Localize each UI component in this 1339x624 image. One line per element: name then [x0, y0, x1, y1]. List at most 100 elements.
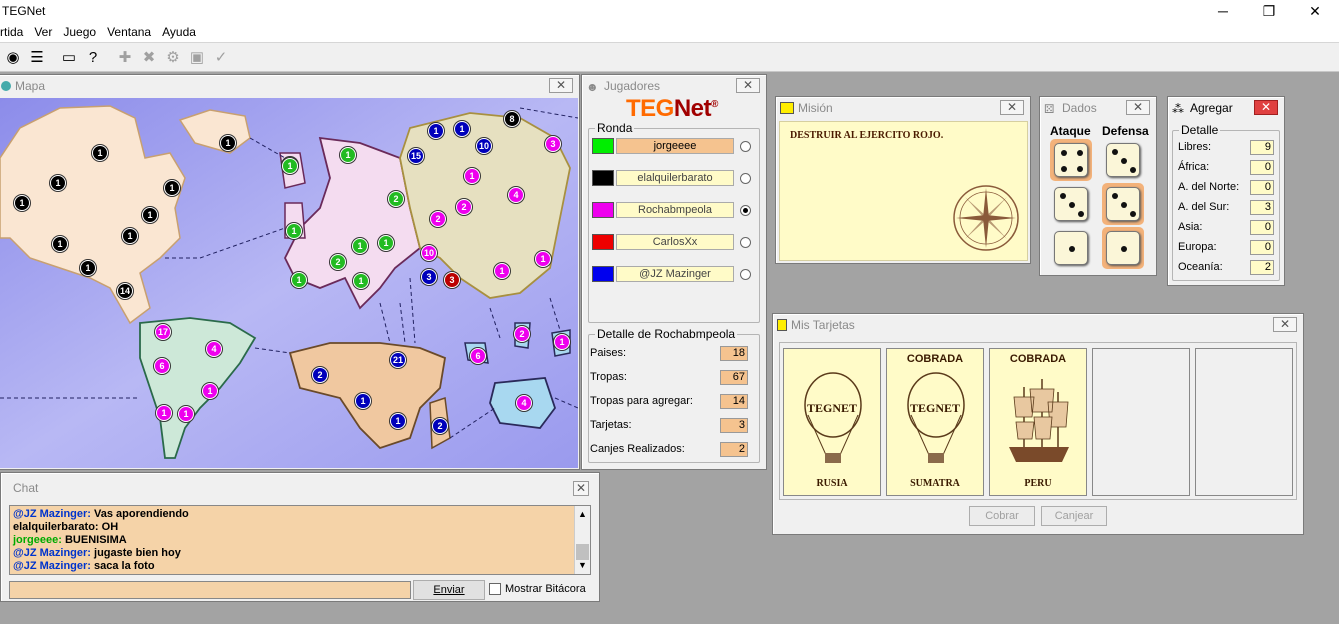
army-marker[interactable]: 1 [142, 207, 158, 223]
world-map[interactable]: 1111111114181746111112111211111151032211… [0, 98, 578, 468]
army-marker[interactable]: 14 [117, 283, 133, 299]
army-marker[interactable]: 2 [456, 199, 472, 215]
army-marker[interactable]: 1 [156, 405, 172, 421]
army-marker[interactable]: 15 [408, 148, 424, 164]
army-marker[interactable]: 1 [220, 135, 236, 151]
army-marker[interactable]: 1 [52, 236, 68, 252]
close-chat-button[interactable]: ✕ [573, 481, 589, 496]
army-marker[interactable]: 1 [340, 147, 356, 163]
scroll-up-icon[interactable]: ▲ [578, 508, 587, 521]
menu-item-ayuda[interactable]: Ayuda [158, 25, 203, 39]
army-marker[interactable]: 1 [202, 383, 218, 399]
player-radio[interactable] [740, 268, 751, 280]
army-marker[interactable]: 4 [516, 395, 532, 411]
bitacora-toggle[interactable]: Mostrar Bitácora [489, 583, 586, 595]
army-marker[interactable]: 2 [388, 191, 404, 207]
army-marker[interactable]: 1 [286, 223, 302, 239]
army-marker[interactable]: 4 [508, 187, 524, 203]
army-marker[interactable]: 3 [545, 136, 561, 152]
army-marker[interactable]: 2 [312, 367, 328, 383]
army-marker[interactable]: 3 [444, 272, 460, 288]
list-icon[interactable]: ☰ [26, 46, 48, 68]
close-tarjetas-button[interactable]: ✕ [1273, 317, 1297, 332]
army-marker[interactable]: 1 [535, 251, 551, 267]
army-marker[interactable]: 1 [122, 228, 138, 244]
player-row[interactable]: CarlosXx [592, 234, 752, 250]
army-marker[interactable]: 1 [355, 393, 371, 409]
player-radio[interactable] [740, 204, 751, 216]
army-marker[interactable]: 8 [504, 111, 520, 127]
player-radio[interactable] [740, 236, 751, 248]
country-card[interactable]: TEGNET RUSIA [783, 348, 881, 496]
scroll-thumb[interactable] [576, 544, 589, 560]
player-radio[interactable] [740, 140, 751, 152]
army-marker[interactable]: 1 [428, 123, 444, 139]
army-marker[interactable]: 1 [291, 272, 307, 288]
chat-scrollbar[interactable]: ▲ ▼ [574, 506, 590, 574]
country-card[interactable]: COBRADA PERU [989, 348, 1087, 496]
army-marker[interactable]: 2 [432, 418, 448, 434]
army-marker[interactable]: 6 [470, 348, 486, 364]
scroll-down-icon[interactable]: ▼ [578, 559, 587, 572]
enviar-button[interactable]: Enviar [413, 580, 485, 600]
army-marker[interactable]: 1 [164, 180, 180, 196]
close-jugadores-button[interactable]: ✕ [736, 78, 760, 93]
agregar-value: 0 [1250, 159, 1274, 175]
globe-icon[interactable]: ◉ [2, 46, 24, 68]
close-agregar-button[interactable]: ✕ [1254, 100, 1278, 115]
army-marker[interactable]: 17 [155, 324, 171, 340]
message-icon[interactable]: ▭ [58, 46, 80, 68]
army-marker[interactable]: 1 [352, 238, 368, 254]
die-pip [1121, 246, 1127, 252]
minimize-button[interactable]: ─ [1200, 0, 1246, 22]
close-dados-button[interactable]: ✕ [1126, 100, 1150, 115]
army-marker[interactable]: 1 [464, 168, 480, 184]
country-card[interactable]: COBRADA TEGNET SUMATRA [886, 348, 984, 496]
chat-input[interactable] [9, 581, 411, 599]
army-marker[interactable]: 6 [154, 358, 170, 374]
help-card-icon[interactable]: ? [82, 46, 104, 68]
army-marker[interactable]: 1 [14, 195, 30, 211]
cards-icon[interactable]: ▣ [186, 46, 208, 68]
army-marker[interactable]: 1 [282, 158, 298, 174]
army-marker[interactable]: 1 [80, 260, 96, 276]
army-marker[interactable]: 1 [390, 413, 406, 429]
army-marker[interactable]: 1 [454, 121, 470, 137]
player-row[interactable]: jorgeeee [592, 138, 752, 154]
army-marker[interactable]: 10 [476, 138, 492, 154]
close-app-button[interactable]: ✕ [1292, 0, 1338, 22]
menu-item-juego[interactable]: Juego [59, 25, 103, 39]
army-marker[interactable]: 3 [421, 269, 437, 285]
menu-item-ver[interactable]: Ver [30, 25, 59, 39]
chat-log[interactable]: @JZ Mazinger: Vas aporendiendo elalquiler… [9, 505, 591, 575]
player-radio[interactable] [740, 172, 751, 184]
army-marker[interactable]: 1 [494, 263, 510, 279]
player-row[interactable]: @JZ Mazinger [592, 266, 752, 282]
end-turn-icon[interactable]: ✓ [210, 46, 232, 68]
canjear-button[interactable]: Canjear [1041, 506, 1107, 526]
player-row[interactable]: elalquilerbarato [592, 170, 752, 186]
army-marker[interactable]: 1 [50, 175, 66, 191]
menu-item-ventana[interactable]: Ventana [103, 25, 158, 39]
cobrar-button[interactable]: Cobrar [969, 506, 1035, 526]
army-marker[interactable]: 2 [430, 211, 446, 227]
army-marker[interactable]: 1 [353, 273, 369, 289]
restore-button[interactable]: ❐ [1246, 0, 1292, 22]
attack-icon[interactable]: ✖ [138, 46, 160, 68]
army-marker[interactable]: 1 [178, 406, 194, 422]
close-mapa-button[interactable]: ✕ [549, 78, 573, 93]
regroup-icon[interactable]: ⚙ [162, 46, 184, 68]
army-marker[interactable]: 4 [206, 341, 222, 357]
army-marker[interactable]: 1 [92, 145, 108, 161]
army-marker[interactable]: 21 [390, 352, 406, 368]
army-marker[interactable]: 10 [421, 245, 437, 261]
army-marker[interactable]: 1 [554, 334, 570, 350]
army-marker[interactable]: 2 [514, 326, 530, 342]
add-icon[interactable]: ✚ [114, 46, 136, 68]
bitacora-checkbox[interactable] [489, 583, 501, 595]
army-marker[interactable]: 2 [330, 254, 346, 270]
player-row[interactable]: Rochabmpeola [592, 202, 752, 218]
menu-item-rtida[interactable]: rtida [0, 25, 30, 39]
army-marker[interactable]: 1 [378, 235, 394, 251]
close-mision-button[interactable]: ✕ [1000, 100, 1024, 115]
